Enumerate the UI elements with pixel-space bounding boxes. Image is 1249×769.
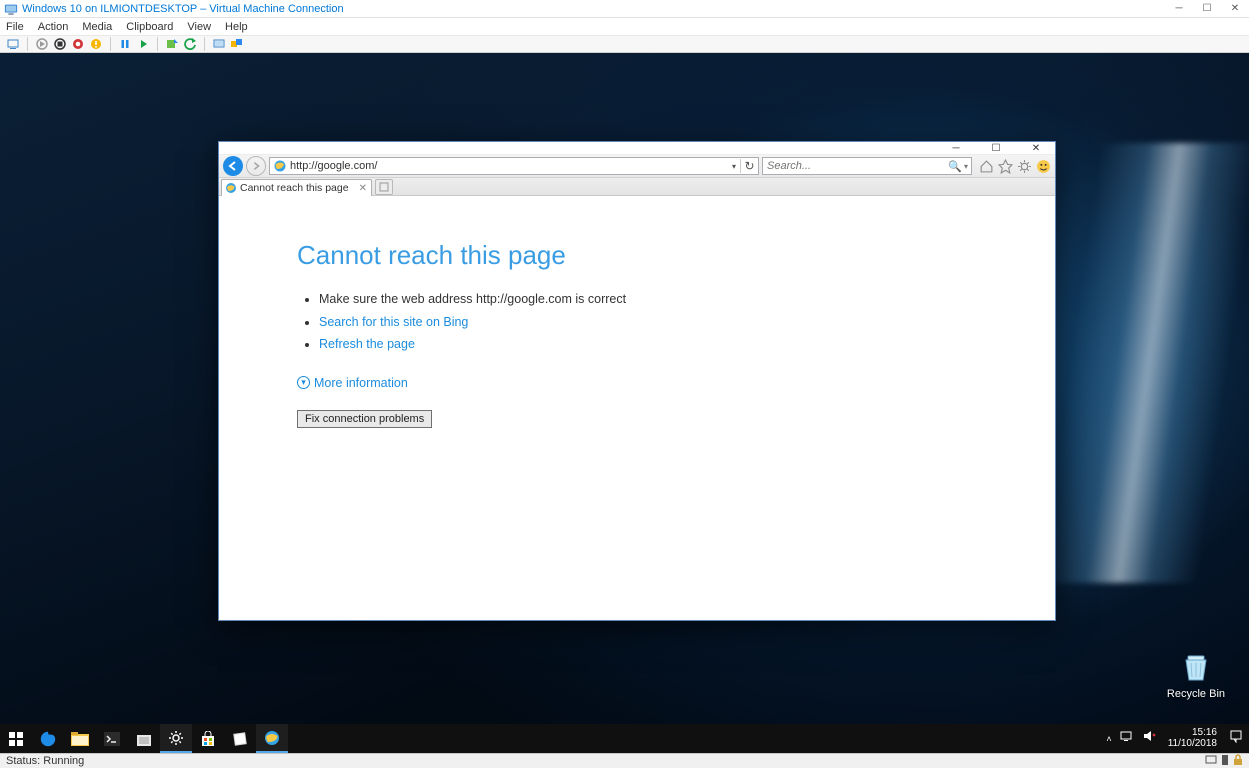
search-box[interactable]: 🔍 ▾	[762, 157, 972, 175]
host-titlebar: Windows 10 on ILMIONTDESKTOP – Virtual M…	[0, 0, 1249, 18]
search-dropdown-icon[interactable]: ▾	[964, 162, 971, 171]
recycle-bin[interactable]: Recycle Bin	[1167, 650, 1225, 700]
tb-turnoff-icon[interactable]	[53, 37, 67, 51]
ie-minimize-button[interactable]: ─	[943, 143, 969, 154]
tb-enhanced-icon[interactable]	[212, 37, 226, 51]
ie-maximize-button[interactable]: ☐	[983, 143, 1009, 154]
new-tab-button[interactable]	[375, 179, 393, 195]
ie-page-icon	[273, 159, 287, 173]
refresh-icon[interactable]: ↻	[740, 159, 758, 173]
taskbar-terminal-icon[interactable]	[96, 724, 128, 753]
ie-content-area: Cannot reach this page Make sure the web…	[219, 196, 1055, 620]
tab-title: Cannot reach this page	[240, 182, 349, 194]
ie-close-button[interactable]: ✕	[1023, 143, 1049, 154]
host-title: Windows 10 on ILMIONTDESKTOP – Virtual M…	[22, 3, 1165, 15]
more-info-chevron-icon[interactable]: ▾	[297, 376, 310, 389]
taskbar-explorer-icon[interactable]	[64, 724, 96, 753]
menu-view[interactable]: View	[187, 21, 211, 33]
tray-date: 11/10/2018	[1168, 739, 1217, 750]
tb-start-icon[interactable]	[35, 37, 49, 51]
host-close-button[interactable]: ✕	[1221, 0, 1249, 18]
taskbar-store-icon[interactable]	[192, 724, 224, 753]
refresh-page-link[interactable]: Refresh the page	[319, 337, 415, 351]
taskbar-edge-icon[interactable]	[32, 724, 64, 753]
favorites-icon[interactable]	[998, 159, 1013, 174]
status-icon-lock	[1233, 754, 1243, 769]
status-text: Status: Running	[6, 755, 84, 767]
tray-notifications-icon[interactable]	[1229, 729, 1243, 748]
host-maximize-button[interactable]: ☐	[1193, 0, 1221, 18]
host-toolbar	[0, 35, 1249, 53]
status-icon-1	[1205, 754, 1217, 769]
search-input[interactable]	[763, 160, 946, 172]
error-suggestion-address: Make sure the web address http://google.…	[319, 291, 1055, 309]
menu-help[interactable]: Help	[225, 21, 248, 33]
address-input[interactable]	[290, 160, 728, 172]
tray-time: 15:16	[1168, 728, 1217, 739]
taskbar-ie-icon[interactable]	[256, 724, 288, 753]
taskbar-settings-icon[interactable]	[160, 724, 192, 753]
taskbar-item-2[interactable]	[224, 724, 256, 753]
smiley-icon[interactable]	[1036, 159, 1051, 174]
tb-pause-icon[interactable]	[118, 37, 132, 51]
tray-volume-icon[interactable]	[1142, 729, 1156, 748]
menu-file[interactable]: File	[6, 21, 24, 33]
taskbar: ˄ 15:16 11/10/2018	[0, 724, 1249, 753]
nav-forward-button[interactable]	[246, 156, 266, 176]
address-dropdown-icon[interactable]: ▾	[728, 162, 740, 171]
tb-checkpoint-icon[interactable]	[165, 37, 179, 51]
ie-window: ─ ☐ ✕ ▾ ↻ 🔍 ▾	[218, 141, 1056, 621]
recycle-bin-icon	[1179, 650, 1213, 684]
error-heading: Cannot reach this page	[297, 240, 1055, 271]
tb-ctrl-alt-del-icon[interactable]	[6, 37, 20, 51]
tb-shutdown-icon[interactable]	[71, 37, 85, 51]
menu-media[interactable]: Media	[82, 21, 112, 33]
fix-connection-button[interactable]: Fix connection problems	[297, 410, 432, 428]
tb-revert-icon[interactable]	[183, 37, 197, 51]
tab-page-icon	[225, 182, 237, 194]
browser-tab[interactable]: Cannot reach this page ✕	[221, 179, 372, 196]
host-menubar: File Action Media Clipboard View Help	[0, 18, 1249, 35]
tray-network-icon[interactable]	[1120, 729, 1134, 748]
menu-action[interactable]: Action	[38, 21, 69, 33]
nav-back-button[interactable]	[223, 156, 243, 176]
taskbar-item-1[interactable]	[128, 724, 160, 753]
menu-clipboard[interactable]: Clipboard	[126, 21, 173, 33]
address-bar[interactable]: ▾ ↻	[269, 157, 759, 175]
search-icon[interactable]: 🔍	[946, 160, 964, 173]
tb-save-icon[interactable]	[89, 37, 103, 51]
search-bing-link[interactable]: Search for this site on Bing	[319, 315, 468, 329]
vmconnect-icon	[4, 2, 18, 16]
more-info-link[interactable]: More information	[314, 376, 408, 390]
recycle-bin-label: Recycle Bin	[1167, 688, 1225, 700]
tray-show-hidden-icon[interactable]: ˄	[1106, 734, 1111, 744]
tb-reset-icon[interactable]	[136, 37, 150, 51]
start-button[interactable]	[0, 724, 32, 753]
tb-share-icon[interactable]	[230, 37, 244, 51]
tools-icon[interactable]	[1017, 159, 1032, 174]
tab-close-icon[interactable]: ✕	[359, 183, 367, 194]
tray-clock[interactable]: 15:16 11/10/2018	[1164, 728, 1221, 749]
status-icon-2	[1221, 754, 1229, 769]
host-statusbar: Status: Running	[0, 753, 1249, 768]
home-icon[interactable]	[979, 159, 994, 174]
host-minimize-button[interactable]: ─	[1165, 0, 1193, 18]
